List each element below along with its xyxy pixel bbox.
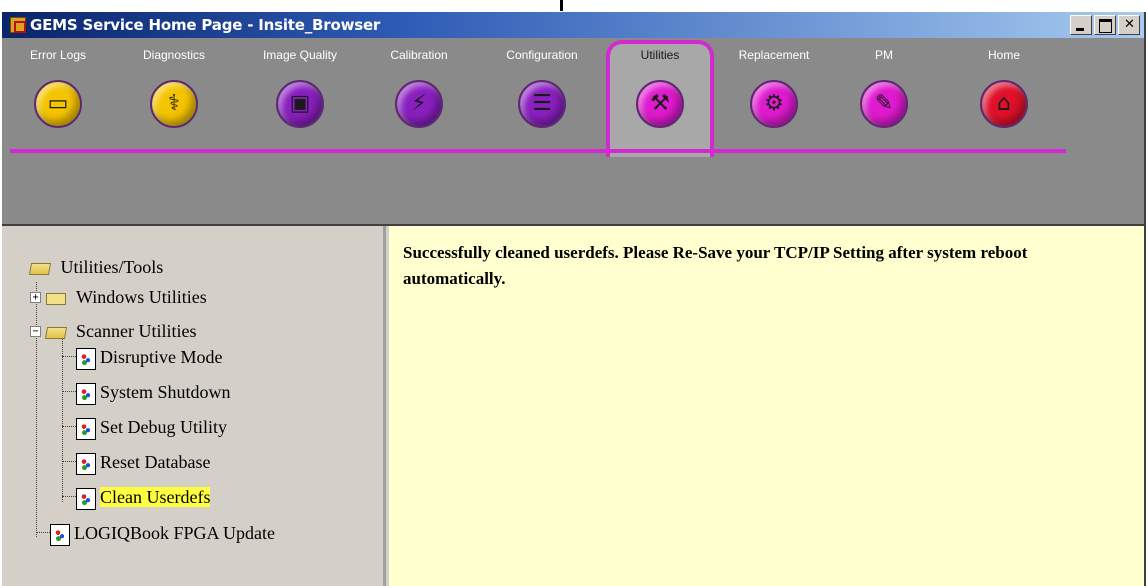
utility-icon <box>76 382 96 405</box>
open-folder-icon <box>44 326 67 339</box>
arrow-marker <box>560 0 563 11</box>
expand-icon[interactable]: + <box>30 292 41 304</box>
toolbar-band <box>2 158 1144 224</box>
tree-item-disruptive-mode[interactable]: Disruptive Mode <box>76 344 222 370</box>
tab-utilities[interactable]: Utilities ⚒ <box>606 40 714 157</box>
tree-connector <box>62 356 76 357</box>
tree-item-reset-database[interactable]: Reset Database <box>76 449 210 475</box>
tree-item-scanner-utilities[interactable]: − Scanner Utilities <box>30 318 196 344</box>
open-folder-icon <box>28 262 52 275</box>
collapse-icon[interactable]: − <box>30 326 41 338</box>
tab-underline <box>10 149 1066 153</box>
tab-home[interactable]: Home ⌂ <box>956 42 1052 147</box>
utility-icon <box>76 417 96 440</box>
main-tab-bar: Error Logs ▭ Diagnostics ⚕ Image Quality… <box>2 38 1144 158</box>
tab-pm[interactable]: PM ✎ <box>836 42 932 147</box>
tree-root-label: Utilities/Tools <box>60 257 164 277</box>
tree-item-set-debug-utility[interactable]: Set Debug Utility <box>76 414 227 440</box>
tree-item-logiqbook-fpga-update[interactable]: LOGIQBook FPGA Update <box>50 520 275 546</box>
tab-label: Replacement <box>738 48 810 62</box>
tab-label: Home <box>987 48 1020 62</box>
utility-icon <box>76 347 96 370</box>
tab-label: Configuration <box>506 48 578 62</box>
utility-icon <box>50 523 70 546</box>
tab-label: Utilities <box>640 48 680 62</box>
configuration-icon[interactable]: ☰ <box>518 80 566 128</box>
tree-item-windows-utilities[interactable]: + Windows Utilities <box>30 284 207 310</box>
tree-item-clean-userdefs[interactable]: Clean Userdefs <box>76 484 211 510</box>
error-logs-icon[interactable]: ▭ <box>34 80 82 128</box>
tree-root[interactable]: Utilities/Tools <box>28 254 164 280</box>
tab-label: Image Quality <box>262 48 338 62</box>
tree-connector <box>62 496 76 497</box>
tree-connector <box>62 391 76 392</box>
tree-item-label: System Shutdown <box>100 382 231 402</box>
tab-diagnostics[interactable]: Diagnostics ⚕ <box>126 42 222 147</box>
tree-item-label: Reset Database <box>100 452 211 472</box>
tab-label: Error Logs <box>29 48 87 62</box>
tree-item-label: LOGIQBook FPGA Update <box>74 523 275 543</box>
tree-item-label: Disruptive Mode <box>100 347 223 367</box>
selected-item-label: Clean Userdefs <box>100 487 211 507</box>
tree-connector <box>36 532 50 533</box>
close-button[interactable] <box>1118 15 1140 35</box>
app-icon <box>10 17 26 33</box>
stethoscope-icon[interactable]: ⚕ <box>150 80 198 128</box>
top-strip <box>0 0 1146 12</box>
tree-item-label: Set Debug Utility <box>100 417 227 437</box>
tab-label: Calibration <box>390 48 448 62</box>
tree-item-system-shutdown[interactable]: System Shutdown <box>76 379 231 405</box>
status-message: Successfully cleaned userdefs. Please Re… <box>403 243 1028 288</box>
tab-error-logs[interactable]: Error Logs ▭ <box>10 42 106 147</box>
replacement-icon[interactable]: ⚙ <box>750 80 798 128</box>
image-quality-icon[interactable]: ▣ <box>276 80 324 128</box>
tab-configuration[interactable]: Configuration ☰ <box>494 42 590 147</box>
pm-icon[interactable]: ✎ <box>860 80 908 128</box>
tab-image-quality[interactable]: Image Quality ▣ <box>252 42 348 147</box>
tab-label: Diagnostics <box>142 48 206 62</box>
tab-calibration[interactable]: Calibration ⚡ <box>371 42 467 147</box>
tree-item-label: Scanner Utilities <box>76 321 197 341</box>
utility-icon <box>76 452 96 475</box>
content-area: Utilities/Tools + Windows Utilities − Sc… <box>2 224 1144 586</box>
tree-item-label: Windows Utilities <box>76 287 207 307</box>
utilities-tree: Utilities/Tools + Windows Utilities − Sc… <box>2 226 386 586</box>
browser-window: GEMS Service Home Page - Insite_Browser … <box>0 12 1146 586</box>
utility-icon <box>76 487 96 510</box>
message-pane: Successfully cleaned userdefs. Please Re… <box>389 226 1144 586</box>
minimize-button[interactable] <box>1070 15 1092 35</box>
calibration-icon[interactable]: ⚡ <box>395 80 443 128</box>
window-title: GEMS Service Home Page - Insite_Browser <box>30 16 381 34</box>
tree-connector <box>62 426 76 427</box>
tab-label: PM <box>875 48 893 62</box>
title-bar[interactable]: GEMS Service Home Page - Insite_Browser <box>2 12 1144 38</box>
tab-replacement[interactable]: Replacement ⚙ <box>726 42 822 147</box>
utilities-icon[interactable]: ⚒ <box>636 80 684 128</box>
tree-connector <box>62 332 63 502</box>
folder-icon <box>45 292 66 305</box>
maximize-button[interactable] <box>1094 15 1116 35</box>
tree-connector <box>62 461 76 462</box>
window-controls <box>1068 15 1140 35</box>
home-icon[interactable]: ⌂ <box>980 80 1028 128</box>
